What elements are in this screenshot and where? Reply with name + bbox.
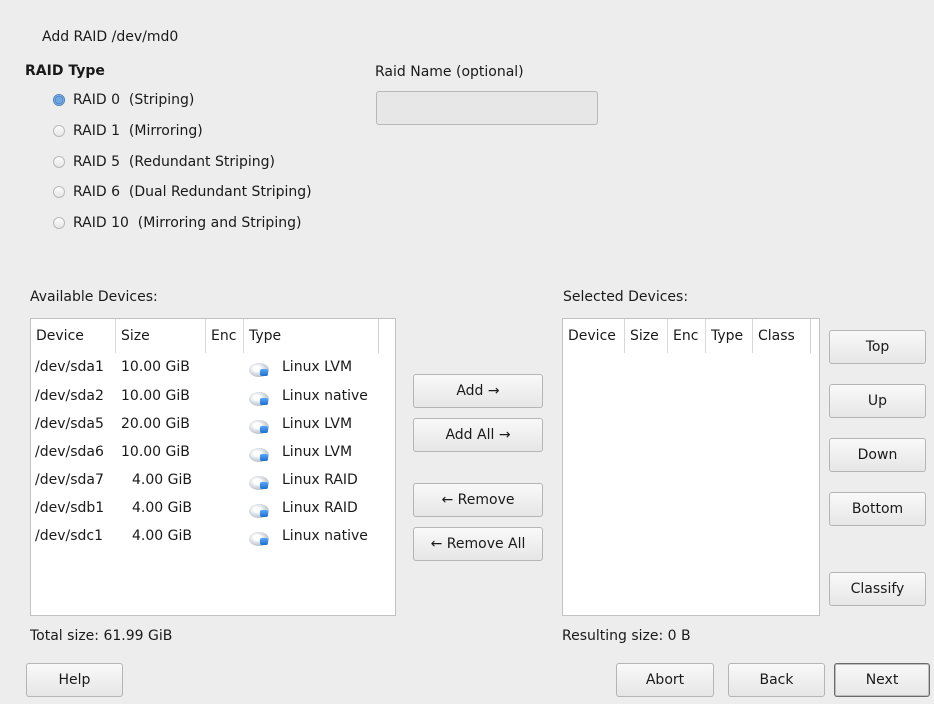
column-type[interactable]: Type — [706, 319, 753, 353]
remove-all-button[interactable]: ← Remove All — [413, 527, 543, 561]
add-all-button[interactable]: Add All → — [413, 418, 543, 452]
raid-type-label: RAID Type — [25, 63, 105, 79]
cell-type: Linux native — [282, 528, 368, 544]
column-size[interactable]: Size — [116, 319, 206, 353]
bottom-button[interactable]: Bottom — [829, 492, 926, 526]
column-size[interactable]: Size — [625, 319, 668, 353]
table-row[interactable]: /dev/sda7 — [35, 472, 104, 488]
down-button[interactable]: Down — [829, 438, 926, 472]
cell-size: 10.00 GiB — [121, 444, 190, 460]
cell-size: 4.00 GiB — [132, 528, 192, 544]
disk-icon — [249, 392, 269, 406]
column-class[interactable]: Class — [753, 319, 811, 353]
add-button[interactable]: Add → — [413, 374, 543, 408]
cell-type: Linux RAID — [282, 500, 358, 516]
radio-indicator[interactable] — [53, 94, 65, 106]
table-row[interactable]: /dev/sdb1 — [35, 500, 104, 516]
available-devices-label: Available Devices: — [30, 289, 158, 305]
radio-indicator[interactable] — [53, 125, 65, 137]
resulting-size: Resulting size: 0 B — [562, 628, 691, 644]
cell-size: 20.00 GiB — [121, 416, 190, 432]
raid-name-input[interactable] — [376, 91, 598, 125]
cell-device: /dev/sdc1 — [35, 528, 104, 544]
cell-type: Linux LVM — [282, 359, 353, 375]
cell-device: /dev/sda6 — [35, 444, 104, 460]
disk-icon — [249, 476, 269, 490]
cell-type: Linux LVM — [282, 444, 353, 460]
radio-raid5[interactable]: RAID 5 (Redundant Striping) — [53, 150, 275, 174]
raid-name-label: Raid Name (optional) — [375, 64, 524, 80]
radio-label: RAID 5 (Redundant Striping) — [73, 154, 276, 170]
help-button[interactable]: Help — [26, 663, 123, 697]
disk-icon — [249, 420, 269, 434]
cell-device: /dev/sda7 — [35, 472, 104, 488]
column-type[interactable]: Type — [244, 319, 379, 353]
column-device[interactable]: Device — [563, 319, 625, 353]
cell-device: /dev/sda1 — [35, 359, 104, 375]
radio-indicator[interactable] — [53, 156, 65, 168]
radio-raid0[interactable]: RAID 0 (Striping) — [53, 88, 194, 112]
radio-indicator[interactable] — [53, 217, 65, 229]
abort-button[interactable]: Abort — [616, 663, 714, 697]
radio-label: RAID 1 (Mirroring) — [73, 123, 203, 139]
cell-device: /dev/sda5 — [35, 416, 104, 432]
cell-device: /dev/sda2 — [35, 388, 104, 404]
disk-icon — [249, 532, 269, 546]
cell-type: Linux RAID — [282, 472, 358, 488]
radio-label: RAID 10 (Mirroring and Striping) — [73, 215, 302, 231]
radio-indicator[interactable] — [53, 186, 65, 198]
radio-raid10[interactable]: RAID 10 (Mirroring and Striping) — [53, 211, 301, 235]
disk-icon — [249, 504, 269, 518]
cell-device: /dev/sdb1 — [35, 500, 105, 516]
cell-size: 4.00 GiB — [132, 472, 192, 488]
total-size: Total size: 61.99 GiB — [30, 628, 173, 644]
column-enc[interactable]: Enc — [206, 319, 244, 353]
cell-size: 4.00 GiB — [132, 500, 192, 516]
column-enc[interactable]: Enc — [668, 319, 706, 353]
cell-type: Linux native — [282, 388, 368, 404]
cell-size: 10.00 GiB — [121, 359, 190, 375]
radio-label: RAID 6 (Dual Redundant Striping) — [73, 184, 312, 200]
selected-devices-table[interactable]: Device Size Enc Type Class — [562, 318, 820, 616]
remove-button[interactable]: ← Remove — [413, 483, 543, 517]
column-device[interactable]: Device — [31, 319, 116, 353]
table-row[interactable]: /dev/sda6 — [35, 444, 104, 460]
back-button[interactable]: Back — [728, 663, 825, 697]
window-title: Add RAID /dev/md0 — [42, 29, 179, 45]
table-row[interactable]: /dev/sdc1 — [35, 528, 103, 544]
next-button[interactable]: Next — [834, 663, 930, 697]
available-devices-table[interactable]: Device Size Enc Type /dev/sda1 10.00 GiB… — [30, 318, 396, 616]
radio-raid6[interactable]: RAID 6 (Dual Redundant Striping) — [53, 180, 312, 204]
radio-label: RAID 0 (Striping) — [73, 92, 195, 108]
up-button[interactable]: Up — [829, 384, 926, 418]
top-button[interactable]: Top — [829, 330, 926, 364]
cell-type: Linux LVM — [282, 416, 353, 432]
table-row[interactable]: /dev/sda5 — [35, 416, 104, 432]
selected-devices-label: Selected Devices: — [563, 289, 689, 305]
classify-button[interactable]: Classify — [829, 572, 926, 606]
table-row[interactable]: /dev/sda1 — [35, 359, 104, 375]
table-row[interactable]: /dev/sda2 — [35, 388, 104, 404]
disk-icon — [249, 363, 269, 377]
disk-icon — [249, 448, 269, 462]
radio-raid1[interactable]: RAID 1 (Mirroring) — [53, 119, 203, 143]
cell-size: 10.00 GiB — [121, 388, 190, 404]
